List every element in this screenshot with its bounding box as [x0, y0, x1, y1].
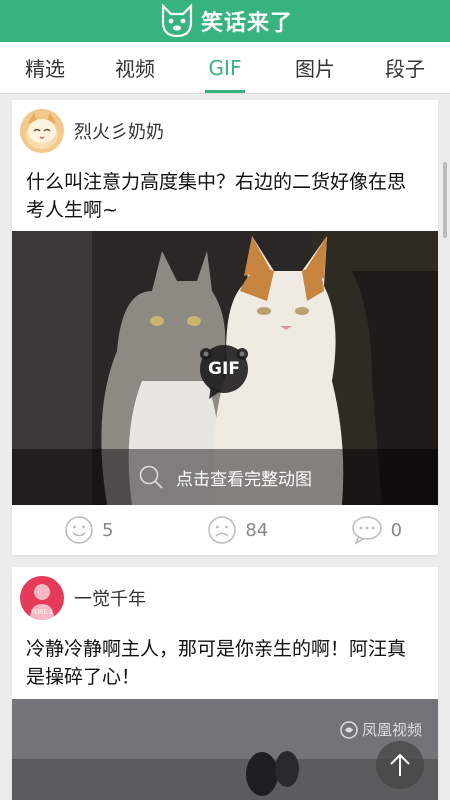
like-count: 5	[102, 519, 114, 541]
comment-button[interactable]: 0	[295, 515, 438, 545]
tab-pictures[interactable]: 图片	[270, 42, 360, 93]
tab-featured[interactable]: 精选	[0, 42, 90, 93]
avatar[interactable]	[20, 109, 64, 153]
view-full-gif-label: 点击查看完整动图	[176, 469, 312, 490]
dislike-count: 84	[245, 519, 269, 541]
app-title: 笑话来了	[200, 11, 293, 36]
post-card[interactable]: PURE 1 一觉千年 冷静冷静啊主人，那可是你亲生的啊！阿汪真是操碎了心！ 凤…	[12, 567, 438, 800]
sad-face-icon	[208, 516, 237, 544]
author-name[interactable]: 一觉千年	[74, 585, 146, 611]
app-logo: 笑话来了	[157, 2, 293, 40]
category-tabs: 精选 视频 GIF 图片 段子	[0, 42, 450, 94]
post-card[interactable]: 烈火彡奶奶 什么叫注意力高度集中？右边的二货好像在思考人生啊~ GIF 点击查看…	[12, 100, 438, 555]
avatar[interactable]: PURE 1	[20, 576, 64, 620]
smile-icon	[65, 516, 93, 544]
view-full-gif-button[interactable]: 点击查看完整动图	[12, 449, 438, 505]
post-author[interactable]: PURE 1 一觉千年	[12, 567, 438, 629]
search-icon	[139, 465, 163, 489]
comment-icon	[351, 516, 382, 545]
author-name[interactable]: 烈火彡奶奶	[74, 118, 164, 144]
post-text: 什么叫注意力高度集中？右边的二货好像在思考人生啊~	[26, 171, 407, 221]
dog-face-icon	[161, 3, 193, 38]
svg-text:PURE 1: PURE 1	[31, 609, 53, 616]
tab-video[interactable]: 视频	[90, 42, 180, 93]
video-watermark: 凤凰视频	[340, 719, 422, 740]
tab-jokes[interactable]: 段子	[360, 42, 450, 93]
back-to-top-button[interactable]	[376, 741, 424, 789]
post-text: 冷静冷静啊主人，那可是你亲生的啊！阿汪真是操碎了心！	[26, 638, 407, 688]
comment-count: 0	[390, 519, 403, 541]
like-button[interactable]: 5	[12, 515, 151, 545]
scrollbar[interactable]	[443, 162, 447, 238]
post-video[interactable]: 凤凰视频	[12, 699, 438, 800]
video-thumbnail	[12, 699, 438, 800]
post-actions: 5 84 0	[12, 505, 438, 555]
dislike-button[interactable]: 84	[151, 515, 294, 545]
post-author[interactable]: 烈火彡奶奶	[12, 100, 438, 162]
app-header: 笑话来了	[0, 0, 450, 42]
post-gif[interactable]: GIF 点击查看完整动图	[12, 231, 438, 505]
tab-gif[interactable]: GIF	[180, 42, 270, 93]
gif-badge: GIF	[197, 345, 251, 399]
arrow-up-icon	[390, 753, 410, 776]
phoenix-logo-icon	[340, 720, 358, 739]
